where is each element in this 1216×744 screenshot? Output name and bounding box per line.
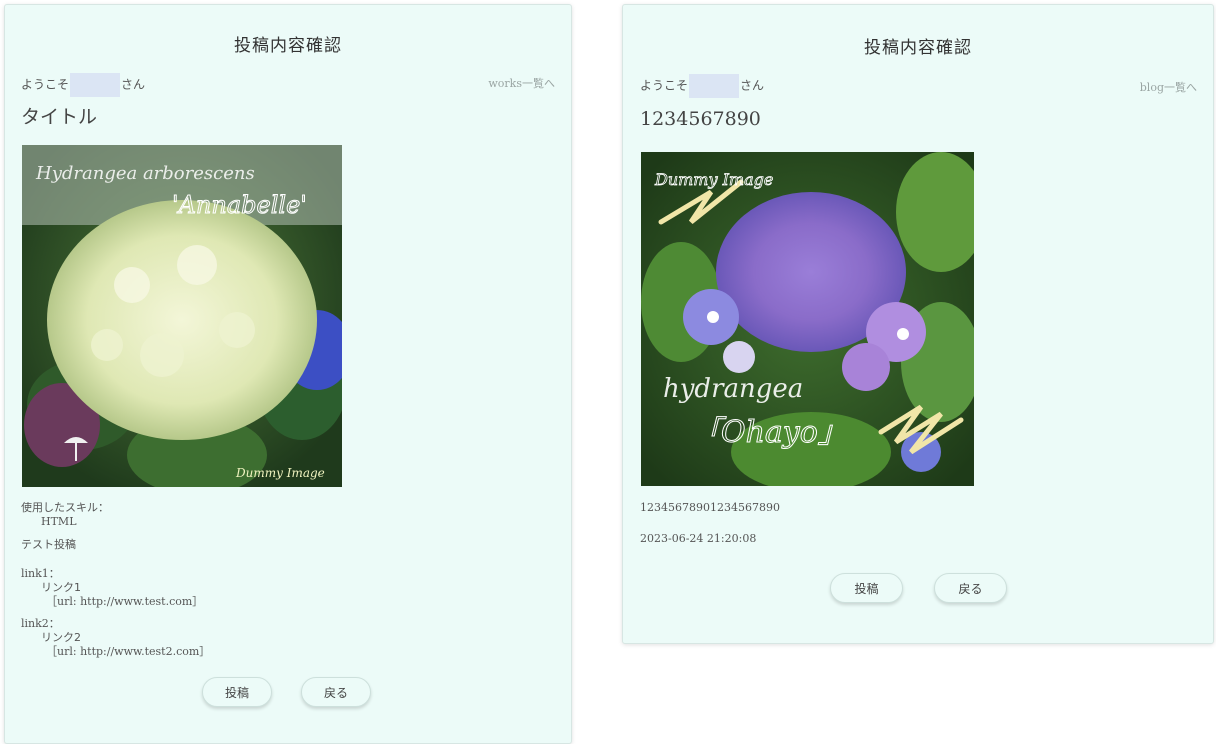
post-image: Dummy Image hydrangea 「Ohayo」 xyxy=(641,152,974,486)
image-caption: hydrangea xyxy=(663,374,803,404)
link2-section: link2： リンク2 ［url: http://www.test2.com］ xyxy=(21,617,210,659)
link1-section: link1： リンク1 ［url: http://www.test.com］ xyxy=(21,567,203,609)
link2-label: link2： xyxy=(21,617,60,630)
back-button[interactable]: 戻る xyxy=(301,677,371,707)
works-confirm-card: 投稿内容確認 ようこそ さん works一覧へ タイトル Hydrangea a… xyxy=(4,4,572,744)
blog-list-link[interactable]: blog一覧へ xyxy=(1140,79,1197,95)
post-title: タイトル xyxy=(21,106,98,128)
image-caption: Dummy Image xyxy=(235,466,325,480)
username-redacted xyxy=(70,73,121,97)
image-caption: 「Ohayo」 xyxy=(691,415,848,450)
username-redacted xyxy=(689,74,740,98)
blog-confirm-card: 投稿内容確認 ようこそ さん blog一覧へ 1234567890 Dummy … xyxy=(622,4,1214,644)
post-title: 1234567890 xyxy=(640,108,761,130)
post-body: テスト投稿 xyxy=(21,538,76,551)
image-caption: 'Annabelle' xyxy=(172,191,307,219)
submit-button[interactable]: 投稿 xyxy=(830,573,903,603)
image-caption: Dummy Image xyxy=(654,170,773,189)
back-button[interactable]: 戻る xyxy=(934,573,1007,603)
post-image: Hydrangea arborescens 'Annabelle' Dummy … xyxy=(22,145,342,487)
link2-url: ［url: http://www.test2.com］ xyxy=(46,645,211,658)
skill-value: HTML xyxy=(41,515,77,528)
image-caption: Hydrangea arborescens xyxy=(35,163,255,184)
welcome-message: ようこそ さん xyxy=(640,74,764,98)
link1-url: ［url: http://www.test.com］ xyxy=(46,595,204,608)
skill-section: 使用したスキル： HTML xyxy=(21,501,109,529)
link2-name: リンク2 xyxy=(41,631,81,644)
works-list-link[interactable]: works一覧へ xyxy=(488,75,555,91)
skill-label: 使用したスキル： xyxy=(21,501,109,514)
page-title: 投稿内容確認 xyxy=(234,36,342,56)
post-timestamp: 2023-06-24 21:20:08 xyxy=(640,532,757,545)
link1-name: リンク1 xyxy=(41,581,81,594)
page-title: 投稿内容確認 xyxy=(864,38,972,58)
welcome-message: ようこそ さん xyxy=(21,73,145,97)
submit-button[interactable]: 投稿 xyxy=(202,677,272,707)
post-body: 12345678901234567890 xyxy=(640,501,780,514)
link1-label: link1： xyxy=(21,567,60,580)
